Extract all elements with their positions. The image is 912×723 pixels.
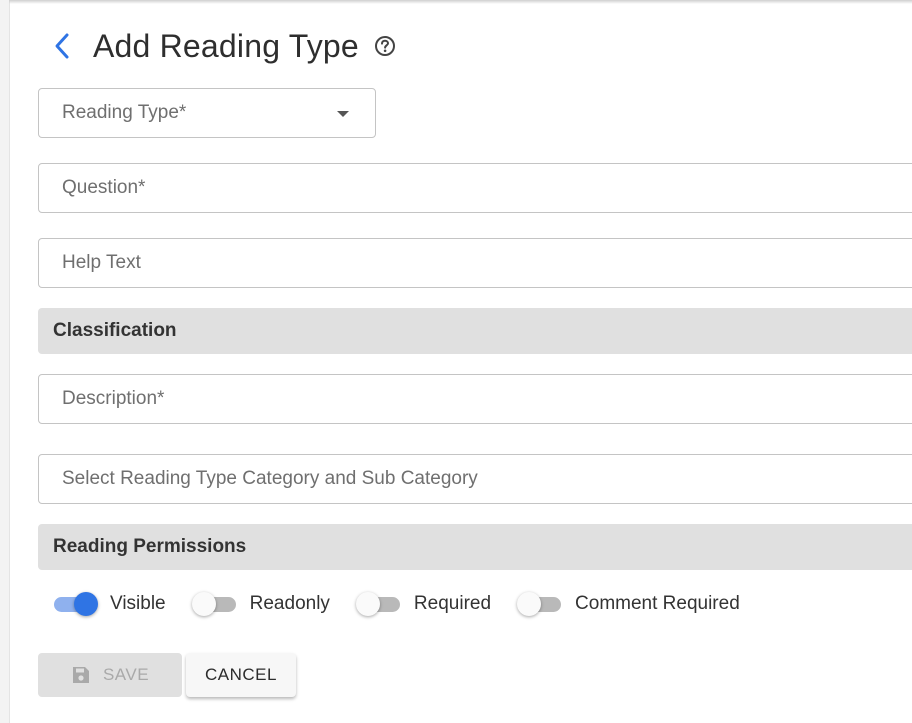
readonly-label: Readonly [249,593,330,614]
category-placeholder: Select Reading Type Category and Sub Cat… [62,468,478,489]
description-input[interactable]: Description* [38,374,912,424]
cancel-label: CANCEL [205,665,277,684]
page-header: Add Reading Type [50,24,396,68]
classification-title: Classification [53,320,177,341]
classification-section-header: Classification [38,308,912,354]
required-toggle[interactable]: Required [355,590,492,618]
reading-type-select[interactable]: Reading Type* [38,88,376,138]
help-circle-icon[interactable] [374,35,396,57]
reading-permissions-section-header: Reading Permissions [38,524,912,570]
page-title: Add Reading Type [93,27,359,64]
left-sidebar-edge [0,0,10,723]
comment-required-toggle[interactable]: Comment Required [517,590,740,618]
help-text-input[interactable]: Help Text [38,238,912,288]
required-switch[interactable] [355,590,402,618]
chevron-left-icon [55,33,69,59]
category-select[interactable]: Select Reading Type Category and Sub Cat… [38,454,912,504]
switch-thumb [74,592,98,616]
question-input[interactable]: Question* [38,163,912,213]
visible-label: Visible [110,593,166,614]
readonly-switch[interactable] [191,590,238,618]
description-placeholder: Description* [62,388,165,409]
help-text-placeholder: Help Text [62,252,141,273]
form-actions: SAVE CANCEL [38,653,296,697]
save-label: SAVE [102,665,150,684]
visible-toggle[interactable]: Visible [52,590,166,618]
switch-thumb [191,592,216,616]
floppy-disk-icon [71,665,91,685]
readonly-toggle[interactable]: Readonly [191,590,330,618]
required-label: Required [413,593,492,614]
back-button[interactable] [50,30,74,62]
question-placeholder: Question* [62,177,146,198]
switch-thumb [355,592,380,616]
comment-required-label: Comment Required [575,593,740,614]
comment-required-switch[interactable] [517,590,563,618]
visible-switch[interactable] [52,590,98,618]
reading-permissions-title: Reading Permissions [53,536,247,557]
top-bar-shadow [9,0,912,4]
save-button[interactable]: SAVE [38,653,182,697]
cancel-button[interactable]: CANCEL [186,653,296,697]
permission-toggles: Visible Readonly Required Comment Requir… [52,588,766,620]
reading-type-placeholder: Reading Type* [62,102,187,123]
caret-down-icon [337,111,349,117]
switch-thumb [517,592,542,616]
